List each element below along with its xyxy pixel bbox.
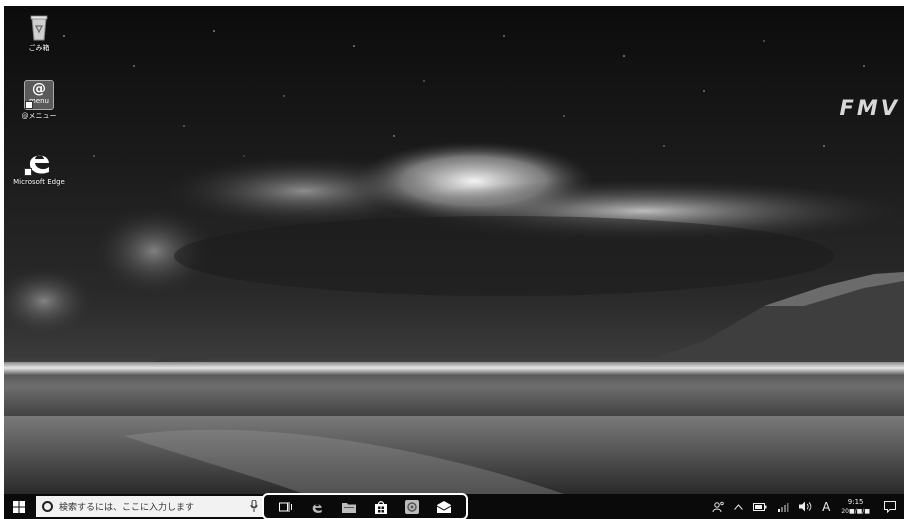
taskbar: 検索するには、ここに入力します A 9:15 20■/■/■ xyxy=(4,493,904,519)
at-menu-icon: @ menu xyxy=(24,80,54,110)
desktop-icon-recycle-bin[interactable]: ごみ箱 xyxy=(7,12,71,53)
ime-mode-indicator[interactable]: A xyxy=(817,500,835,514)
shortcut-arrow-icon xyxy=(25,101,33,109)
wallpaper-art xyxy=(4,30,904,494)
at-menu-icon-symbol: @ xyxy=(32,81,46,97)
store-button[interactable] xyxy=(369,496,393,518)
search-placeholder: 検索するには、ここに入力します xyxy=(59,503,195,513)
show-hidden-icons-button[interactable] xyxy=(729,503,748,510)
wifi-icon xyxy=(778,502,789,512)
desktop-icon-label: Microsoft Edge xyxy=(13,178,65,186)
desktop-icon-label: @メニュー xyxy=(21,112,57,120)
app-icon xyxy=(405,499,420,514)
mail-button[interactable] xyxy=(432,496,456,518)
action-center-button[interactable] xyxy=(876,500,904,513)
speaker-icon xyxy=(799,501,812,512)
clock-date: 20■/■/■ xyxy=(841,507,870,515)
mail-icon xyxy=(437,500,452,513)
battery-button[interactable] xyxy=(748,502,772,511)
store-icon xyxy=(374,500,387,514)
task-view-icon xyxy=(278,501,292,512)
people-button[interactable] xyxy=(707,501,729,513)
app-button[interactable] xyxy=(400,496,424,518)
edge-taskbar-button[interactable] xyxy=(305,496,329,518)
volume-button[interactable] xyxy=(794,501,817,512)
clock[interactable]: 9:15 20■/■/■ xyxy=(835,497,876,517)
battery-icon xyxy=(753,502,767,511)
cortana-icon xyxy=(42,501,53,512)
file-explorer-icon xyxy=(342,502,357,513)
shortcut-arrow-icon xyxy=(24,168,32,176)
start-button[interactable] xyxy=(4,494,34,519)
people-icon xyxy=(712,501,724,512)
notification-icon xyxy=(884,500,896,513)
microphone-icon[interactable] xyxy=(250,500,258,512)
network-button[interactable] xyxy=(772,501,794,513)
system-tray: A 9:15 20■/■/■ xyxy=(707,494,904,519)
task-view-button[interactable] xyxy=(274,496,298,518)
search-input[interactable]: 検索するには、ここに入力します xyxy=(36,496,264,517)
wallpaper: FMV xyxy=(4,6,904,494)
file-explorer-button[interactable] xyxy=(337,496,361,518)
desktop-icon-at-menu[interactable]: @ menu @メニュー xyxy=(7,80,71,121)
brand-logo: FMV xyxy=(839,96,900,120)
clock-time: 9:15 xyxy=(847,497,864,506)
edge-icon xyxy=(24,146,54,176)
recycle-bin-icon xyxy=(24,12,54,42)
windows-logo-icon xyxy=(13,500,25,513)
chevron-up-icon xyxy=(734,503,743,510)
desktop-icon-microsoft-edge[interactable]: Microsoft Edge xyxy=(7,146,71,187)
edge-icon xyxy=(313,503,323,513)
desktop-icon-label: ごみ箱 xyxy=(28,44,50,52)
pinned-apps-highlight xyxy=(262,493,468,519)
desktop-screen: FMV ごみ箱 @ menu @メニュー Microsoft Edge 検索する… xyxy=(4,6,904,519)
